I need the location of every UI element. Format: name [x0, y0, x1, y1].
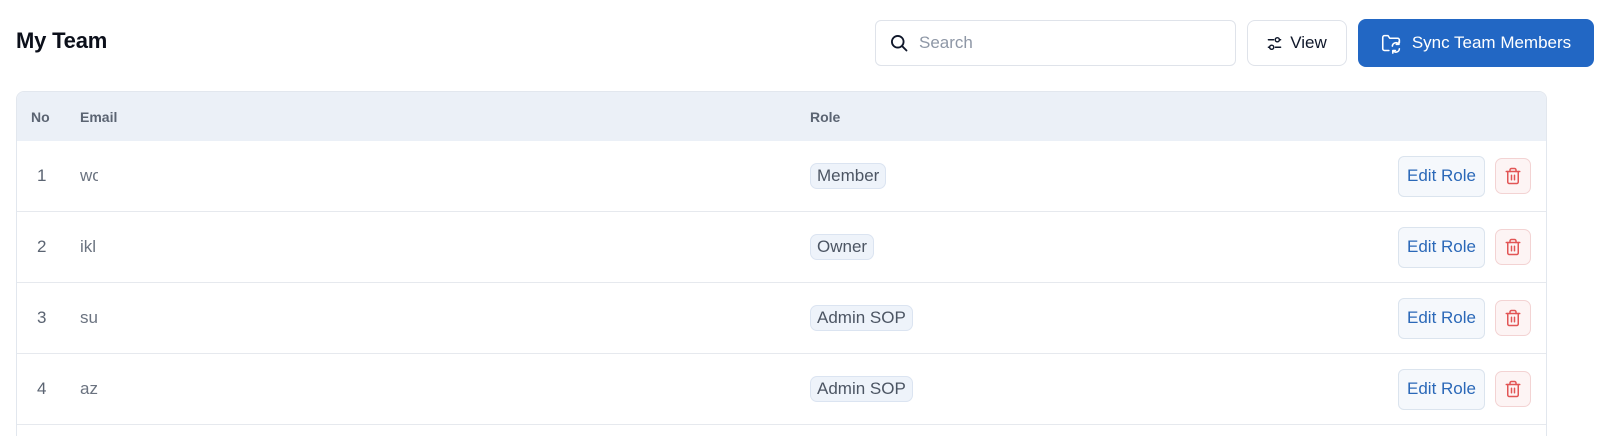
table-row: 1 wo Member Edit Role: [17, 141, 1546, 212]
table-row: 3 su Admin SOP Edit Role: [17, 283, 1546, 354]
row-number: 3: [37, 308, 47, 327]
trash-icon: [1505, 238, 1521, 256]
role-badge: Admin SOP: [810, 305, 913, 331]
team-table: No Email Role 1 wo Member Edit Role 2 ik…: [16, 91, 1547, 436]
folder-sync-icon: [1381, 34, 1400, 54]
row-role: Owner: [810, 234, 875, 260]
table-header: No Email Role: [17, 92, 1546, 141]
table-row: 4 az Admin SOP Edit Role: [17, 354, 1546, 425]
sync-label: Sync Team Members: [1411, 33, 1572, 52]
edit-role-button[interactable]: Edit Role: [1398, 297, 1485, 339]
toolbar: View Sync Team Members: [875, 19, 1594, 67]
row-number: 2: [37, 237, 47, 256]
table-row: 2 ikl Owner Edit Role: [17, 212, 1546, 283]
trash-icon: [1505, 380, 1521, 398]
edit-role-button[interactable]: Edit Role: [1398, 226, 1485, 268]
row-actions: Edit Role: [1398, 368, 1531, 410]
page-title: My Team: [16, 28, 108, 53]
row-role: Admin SOP: [810, 376, 913, 402]
search-box[interactable]: [875, 20, 1236, 66]
delete-member-button[interactable]: [1495, 300, 1531, 336]
row-actions: Edit Role: [1398, 226, 1531, 268]
row-role: Admin SOP: [810, 305, 913, 331]
sliders-icon: [1267, 36, 1282, 50]
edit-role-button[interactable]: Edit Role: [1398, 368, 1485, 410]
role-badge: Admin SOP: [810, 376, 913, 402]
delete-member-button[interactable]: [1495, 229, 1531, 265]
trash-icon: [1505, 309, 1521, 327]
row-email: ikl: [80, 237, 97, 256]
view-label: View: [1290, 33, 1327, 52]
row-number: 4: [37, 379, 47, 398]
row-actions: Edit Role: [1398, 297, 1531, 339]
role-badge: Member: [810, 163, 887, 189]
row-actions: Edit Role: [1398, 155, 1531, 197]
trash-icon: [1505, 167, 1521, 185]
view-button[interactable]: View: [1247, 20, 1347, 66]
row-number: 1: [37, 166, 47, 185]
row-email: wo: [80, 166, 98, 185]
role-badge: Owner: [810, 234, 875, 260]
column-header-role: Role: [810, 108, 841, 125]
column-header-no: No: [31, 108, 50, 125]
row-role: Member: [810, 163, 887, 189]
delete-member-button[interactable]: [1495, 371, 1531, 407]
search-input[interactable]: [919, 33, 1235, 53]
row-email: az: [80, 379, 98, 398]
search-icon: [891, 35, 908, 52]
edit-role-button[interactable]: Edit Role: [1398, 155, 1485, 197]
sync-team-members-button[interactable]: Sync Team Members: [1358, 19, 1594, 67]
column-header-email: Email: [80, 108, 118, 125]
delete-member-button[interactable]: [1495, 158, 1531, 194]
row-email: su: [80, 308, 98, 327]
